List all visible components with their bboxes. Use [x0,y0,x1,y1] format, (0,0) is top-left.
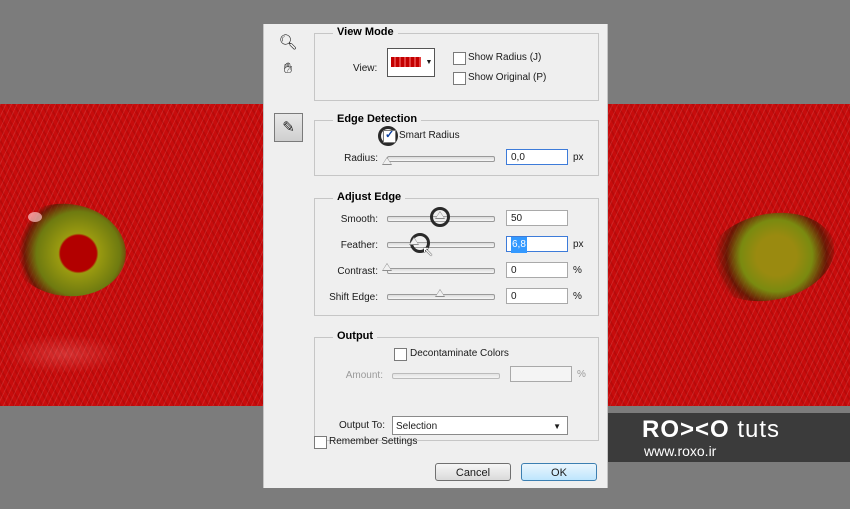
magnifier-icon[interactable]: 🔍︎ [278,33,298,53]
feather-field[interactable]: 6,8 [506,236,568,253]
smart-radius-checkbox[interactable] [383,128,396,143]
feather-label: Feather: [340,240,378,251]
view-mode-title: View Mode [333,26,398,38]
mouse-cursor-icon: ↖︎ [422,243,434,259]
left-eye [2,196,132,304]
contrast-slider-thumb[interactable] [382,263,392,271]
show-original-label: Show Original (P) [468,72,547,83]
remember-settings-label: Remember Settings [329,436,418,447]
show-radius-checkbox[interactable] [453,52,466,65]
smooth-label: Smooth: [340,214,378,225]
view-dropdown-arrow[interactable]: ▼ [424,48,435,77]
feather-slider[interactable] [387,242,495,248]
decontaminate-checkbox[interactable] [394,348,407,361]
output-title: Output [333,330,378,342]
adjust-edge-title: Adjust Edge [333,191,406,203]
smart-radius-label: Smart Radius [399,130,460,141]
refine-edge-dialog: 🔍︎ ✋︎ ✎︎ View Mode View: ▼ Show Radius (… [263,24,608,488]
radius-label: Radius: [344,153,378,164]
logo-name: RO><O [642,416,730,443]
output-to-value: Selection [396,421,438,432]
smooth-slider-thumb[interactable] [435,211,445,219]
adjust-edge-group: Adjust Edge Smooth: 50 Feather: 6,8 px C… [314,191,599,316]
eye-highlight [28,212,42,222]
feather-unit: px [573,239,584,250]
watermark: RO><O tuts www.roxo.ir [598,413,850,462]
edge-detection-group: Edge Detection Smart Radius Radius: 0,0 … [314,113,599,176]
amount-field [510,366,572,382]
contrast-slider[interactable] [387,268,495,274]
contrast-unit: % [573,265,582,276]
smooth-field[interactable]: 50 [506,210,568,226]
show-original-checkbox[interactable] [453,72,466,85]
view-thumbnail[interactable] [387,48,425,77]
output-to-label: Output To: [339,420,385,431]
radius-slider-thumb[interactable] [382,157,392,165]
radius-slider[interactable] [387,156,495,162]
shift-edge-label: Shift Edge: [329,292,378,303]
cancel-button[interactable]: Cancel [435,463,511,481]
radius-field[interactable]: 0,0 [506,149,568,165]
contrast-label: Contrast: [337,266,378,277]
shift-edge-slider-thumb[interactable] [435,289,445,297]
decontaminate-label: Decontaminate Colors [410,348,509,359]
brand-url: www.roxo.ir [644,443,717,459]
contrast-field[interactable]: 0 [506,262,568,278]
view-label: View: [353,63,378,74]
view-preview [391,57,421,67]
show-radius-label: Show Radius (J) [468,52,542,63]
amount-slider [392,373,500,379]
ok-button[interactable]: OK [521,463,597,481]
chevron-down-icon: ▼ [553,422,561,431]
brand-logo: RO><O tuts [642,416,780,444]
shift-edge-unit: % [573,291,582,302]
output-to-select[interactable]: Selection ▼ [392,416,568,435]
remember-settings-checkbox[interactable] [314,436,327,449]
amount-label: Amount: [345,370,383,381]
edge-detection-title: Edge Detection [333,113,422,125]
refine-radius-brush-icon[interactable]: ✎︎ [274,113,303,142]
right-eye [697,201,843,313]
logo-suffix: tuts [737,416,781,443]
shift-edge-field[interactable]: 0 [506,288,568,304]
hand-icon[interactable]: ✋︎ [278,59,298,79]
feather-value: 6,8 [511,237,527,253]
amount-unit: % [577,369,586,380]
feather-slider-thumb[interactable] [408,237,419,245]
view-mode-group: View Mode View: ▼ Show Radius (J) Show O… [314,26,599,101]
output-group: Output Decontaminate Colors Amount: % Ou… [314,330,599,441]
radius-unit: px [573,152,584,163]
